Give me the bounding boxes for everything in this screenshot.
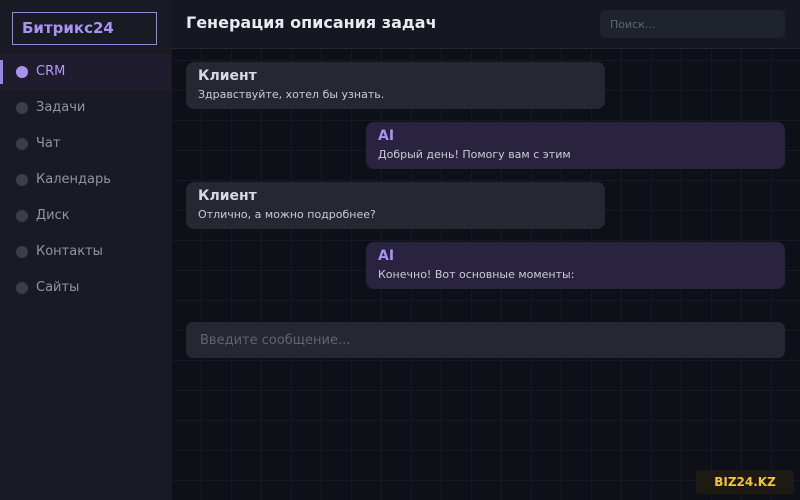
sidebar-item-contacts[interactable]: Контакты <box>0 234 171 270</box>
message-text: Отлично, а можно подробнее? <box>198 208 376 221</box>
message-author: Клиент <box>198 68 257 84</box>
sidebar-item-label: Диск <box>36 208 70 223</box>
app-logo[interactable]: Битрикс24 <box>12 12 157 45</box>
sidebar-item-calendar[interactable]: Календарь <box>0 162 171 198</box>
sidebar-item-label: Календарь <box>36 172 111 187</box>
chat-message-ai: AI Конечно! Вот основные моменты: <box>366 242 785 289</box>
chat-message-client: Клиент Отлично, а можно подробнее? <box>186 182 605 229</box>
message-author: Клиент <box>198 188 257 204</box>
sidebar-item-label: Контакты <box>36 244 103 259</box>
sidebar: Битрикс24 CRM Задачи Чат Календарь Диск … <box>0 0 172 500</box>
message-text: Добрый день! Помогу вам с этим <box>378 148 571 161</box>
main-area: Генерация описания задач Клиент Здравств… <box>171 0 800 500</box>
sidebar-nav: CRM Задачи Чат Календарь Диск Контакты С… <box>0 54 171 306</box>
contacts-dot-icon <box>16 246 28 258</box>
calendar-dot-icon <box>16 174 28 186</box>
message-input[interactable] <box>186 322 785 358</box>
sidebar-item-label: Задачи <box>36 100 86 115</box>
sidebar-item-chat[interactable]: Чат <box>0 126 171 162</box>
crm-dot-icon <box>16 66 28 78</box>
disk-dot-icon <box>16 210 28 222</box>
message-author: AI <box>378 248 395 264</box>
header: Генерация описания задач <box>171 0 800 49</box>
sidebar-item-label: Сайты <box>36 280 80 295</box>
sidebar-item-label: CRM <box>36 64 66 79</box>
message-text: Здравствуйте, хотел бы узнать. <box>198 88 385 101</box>
search-input[interactable] <box>600 10 785 38</box>
sidebar-item-label: Чат <box>36 136 61 151</box>
sidebar-item-tasks[interactable]: Задачи <box>0 90 171 126</box>
sidebar-item-sites[interactable]: Сайты <box>0 270 171 306</box>
sites-dot-icon <box>16 282 28 294</box>
chat-dot-icon <box>16 138 28 150</box>
sidebar-item-crm[interactable]: CRM <box>0 54 171 90</box>
sidebar-item-disk[interactable]: Диск <box>0 198 171 234</box>
tasks-dot-icon <box>16 102 28 114</box>
message-author: AI <box>378 128 395 144</box>
page-title: Генерация описания задач <box>186 13 437 32</box>
chat-message-ai: AI Добрый день! Помогу вам с этим <box>366 122 785 169</box>
chat-message-client: Клиент Здравствуйте, хотел бы узнать. <box>186 62 605 109</box>
message-text: Конечно! Вот основные моменты: <box>378 268 575 281</box>
watermark-badge: BIZ24.KZ <box>696 470 794 494</box>
